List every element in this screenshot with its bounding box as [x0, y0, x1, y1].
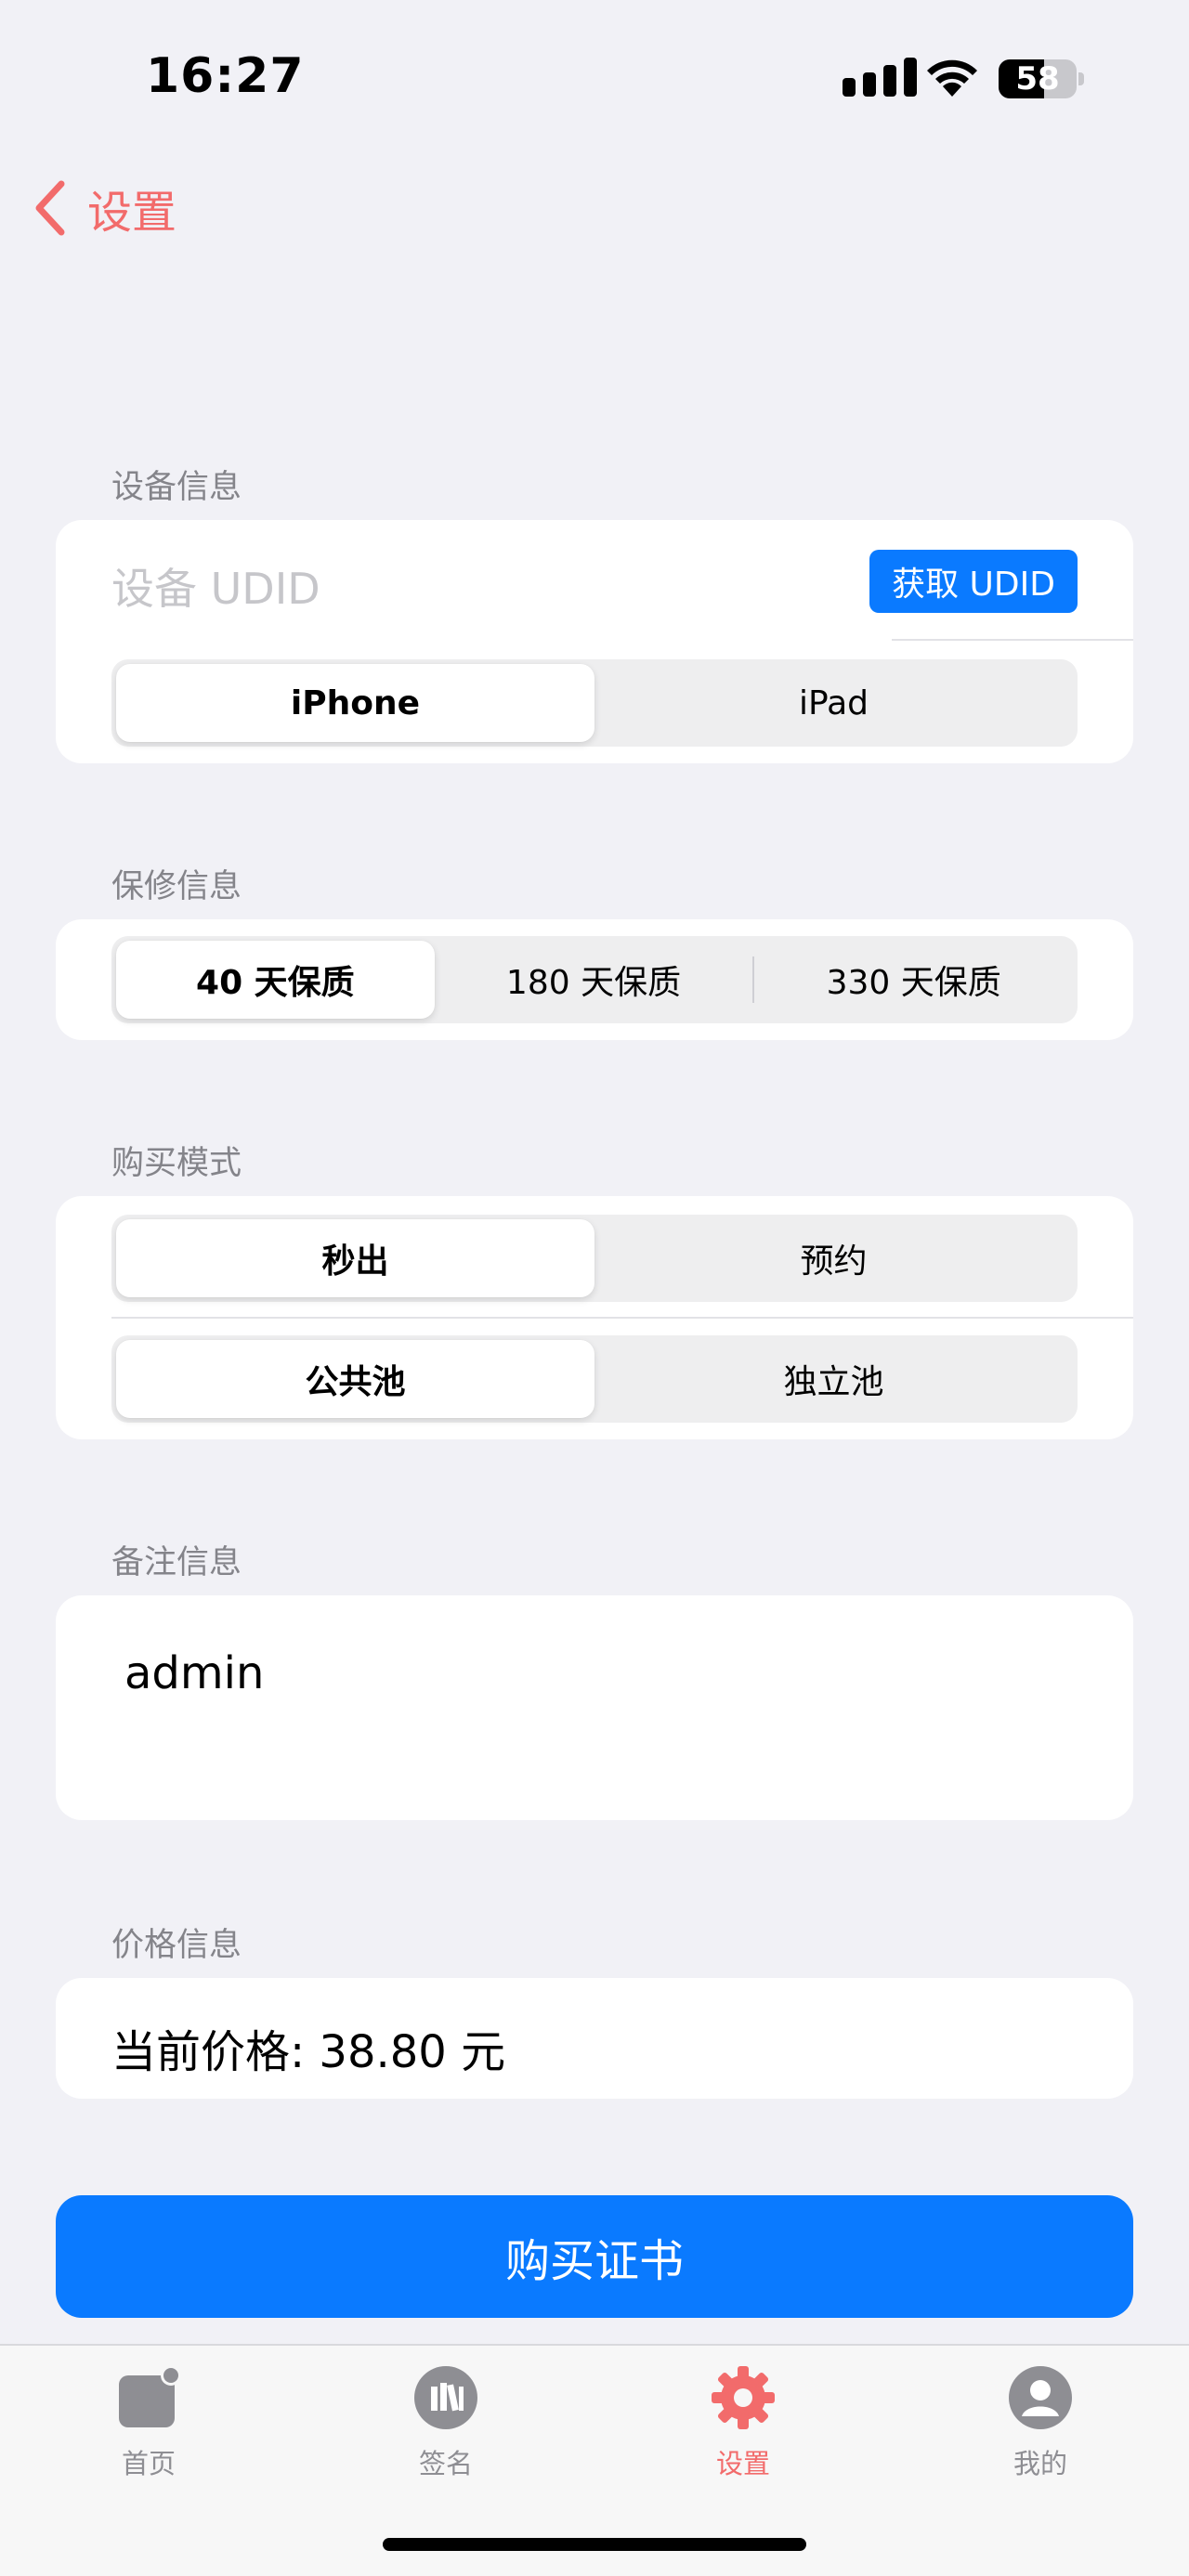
back-button-label: 设置 — [87, 187, 177, 239]
tab-label: 首页 — [121, 2448, 176, 2479]
device-type-segmented-control: iPhone iPad — [111, 659, 1078, 747]
divider — [111, 1317, 1133, 1319]
segment-private-pool[interactable]: 独立池 — [594, 1340, 1073, 1418]
home-indicator — [383, 2538, 806, 2551]
tab-label: 设置 — [715, 2448, 770, 2479]
warranty-segmented-control: 40 天保质 180 天保质 330 天保质 — [111, 936, 1078, 1023]
segment-public-pool[interactable]: 公共池 — [116, 1340, 594, 1418]
section-label-device: 设备信息 — [111, 469, 242, 506]
segment-instant[interactable]: 秒出 — [116, 1219, 594, 1297]
pool-segmented-control: 公共池 独立池 — [111, 1335, 1078, 1423]
back-button[interactable]: 设置 — [33, 175, 176, 241]
get-udid-button[interactable]: 获取 UDID — [869, 550, 1078, 613]
library-icon — [414, 2366, 477, 2429]
buy-certificate-button[interactable]: 购买证书 — [56, 2195, 1133, 2318]
tab-profile[interactable]: 我的 — [947, 2364, 1133, 2481]
speed-segmented-control: 秒出 预约 — [111, 1215, 1078, 1302]
segment-warranty-180[interactable]: 180 天保质 — [435, 941, 753, 1019]
tab-settings[interactable]: 设置 — [650, 2364, 836, 2481]
segment-reserve[interactable]: 预约 — [594, 1219, 1073, 1297]
divider — [892, 639, 1133, 641]
udid-input[interactable]: 设备 UDID — [111, 555, 320, 617]
tab-label: 签名 — [418, 2448, 473, 2479]
note-text: admin — [124, 1647, 265, 1699]
cellular-signal-icon — [843, 58, 917, 97]
current-price: 当前价格: 38.80 元 — [111, 2026, 506, 2078]
home-icon — [119, 2365, 181, 2427]
tab-sign[interactable]: 签名 — [353, 2364, 539, 2481]
wifi-icon — [927, 59, 977, 97]
person-icon — [1009, 2366, 1072, 2429]
segment-warranty-330[interactable]: 330 天保质 — [754, 941, 1073, 1019]
tab-home[interactable]: 首页 — [56, 2364, 242, 2481]
tab-label: 我的 — [1013, 2448, 1067, 2479]
section-label-price: 价格信息 — [111, 1927, 242, 1964]
section-label-purchase-mode: 购买模式 — [111, 1145, 242, 1182]
section-label-warranty: 保修信息 — [111, 868, 242, 905]
device-card: 设备 UDID 获取 UDID iPhone iPad — [56, 520, 1133, 763]
status-time: 16:27 — [146, 48, 305, 104]
chevron-left-icon — [35, 180, 65, 236]
battery-percentage: 58 — [1015, 60, 1060, 98]
status-bar: 16:27 58 — [0, 0, 1189, 158]
warranty-card: 40 天保质 180 天保质 330 天保质 — [56, 919, 1133, 1040]
segment-iphone[interactable]: iPhone — [116, 664, 594, 742]
segment-warranty-40[interactable]: 40 天保质 — [116, 941, 435, 1019]
note-input[interactable]: admin — [56, 1595, 1133, 1820]
section-label-note: 备注信息 — [111, 1544, 242, 1581]
price-card: 当前价格: 38.80 元 — [56, 1978, 1133, 2099]
segment-ipad[interactable]: iPad — [594, 664, 1073, 742]
purchase-mode-card: 秒出 预约 公共池 独立池 — [56, 1196, 1133, 1439]
gear-icon — [712, 2366, 775, 2429]
battery-icon: 58 — [999, 59, 1084, 98]
